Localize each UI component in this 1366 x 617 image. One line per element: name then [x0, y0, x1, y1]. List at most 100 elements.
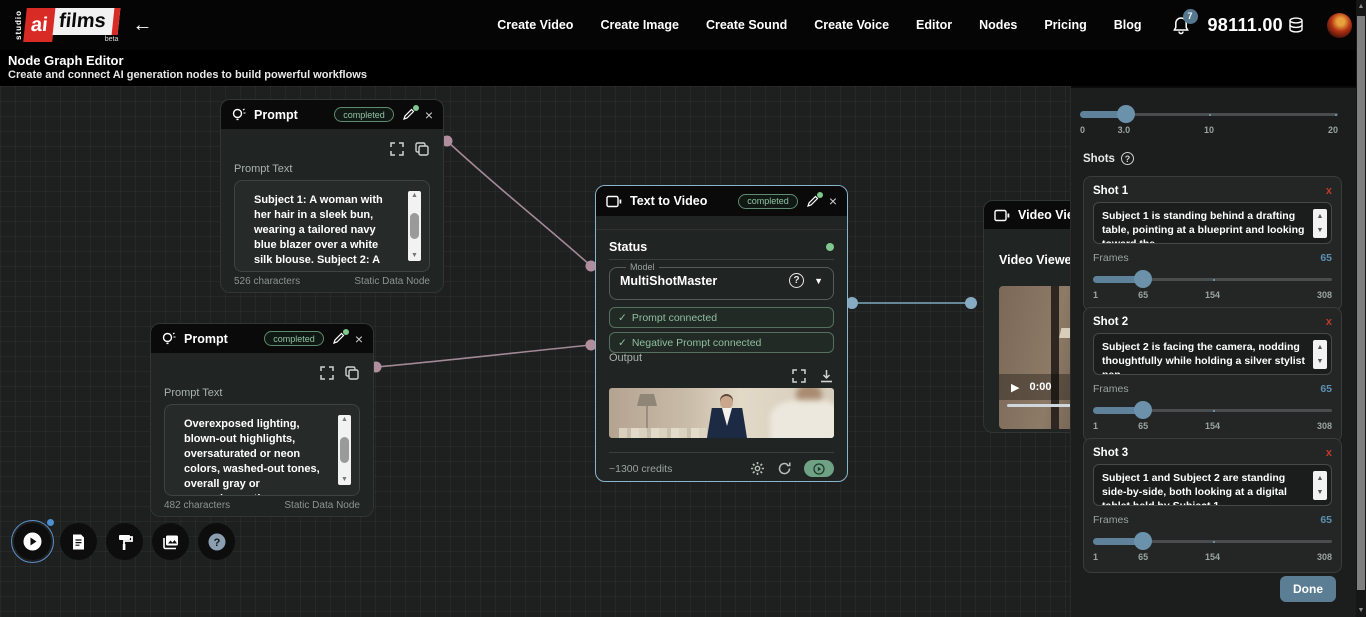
- scrollbar-thumb[interactable]: [340, 437, 349, 463]
- shot-description-input[interactable]: Subject 1 and Subject 2 are standing sid…: [1093, 464, 1332, 506]
- scroll-up-icon[interactable]: ▲: [411, 192, 418, 200]
- page-scrollbar[interactable]: ▲ ▼: [1356, 0, 1366, 617]
- close-icon[interactable]: ×: [829, 194, 837, 208]
- shots-help-icon[interactable]: ?: [1121, 152, 1134, 165]
- remove-shot-icon[interactable]: x: [1326, 447, 1332, 459]
- duration-slider[interactable]: [1080, 107, 1338, 121]
- expand-icon[interactable]: [390, 142, 404, 156]
- prompt-node-1-header[interactable]: Prompt completed ×: [221, 100, 443, 129]
- help-button[interactable]: ?: [198, 523, 235, 560]
- status-badge: completed: [738, 194, 798, 209]
- shot-text-spinner[interactable]: ▲ ▼: [1313, 340, 1327, 369]
- spinner-up-icon[interactable]: ▲: [1317, 475, 1324, 482]
- edit-button[interactable]: [806, 195, 819, 208]
- shot-description-input[interactable]: Subject 1 is standing behind a drafting …: [1093, 202, 1332, 244]
- page-title: Node Graph Editor: [8, 53, 1358, 68]
- shot-text-spinner[interactable]: ▲ ▼: [1313, 471, 1327, 500]
- scroll-down-icon[interactable]: ▼: [1356, 607, 1366, 614]
- play-icon[interactable]: ▶: [1011, 381, 1019, 394]
- media-gallery-button[interactable]: [152, 523, 189, 560]
- nav-links: Create Video Create Image Create Sound C…: [497, 18, 1141, 32]
- tick-label: 308: [1317, 552, 1332, 562]
- logo-ai-text: ai: [23, 8, 55, 42]
- prompt-textarea[interactable]: Subject 1: A woman with her hair in a sl…: [234, 180, 430, 272]
- lightbulb-icon: [161, 331, 176, 347]
- output-video-thumbnail[interactable]: [609, 388, 834, 438]
- copy-icon[interactable]: [345, 366, 359, 380]
- scrollbar-thumb[interactable]: [410, 213, 419, 239]
- slider-handle[interactable]: [1134, 532, 1152, 550]
- prompt-node-2-header[interactable]: Prompt completed ×: [151, 324, 373, 353]
- nav-create-image[interactable]: Create Image: [600, 18, 679, 32]
- style-tools-button[interactable]: [106, 523, 143, 560]
- scroll-down-icon[interactable]: ▼: [341, 476, 348, 484]
- tick-label: 0: [1080, 125, 1085, 135]
- frames-slider[interactable]: [1093, 403, 1332, 417]
- prompt-textarea[interactable]: Overexposed lighting, blown-out highligh…: [164, 404, 360, 496]
- nav-nodes[interactable]: Nodes: [979, 18, 1017, 32]
- tick-label: 154: [1205, 552, 1220, 562]
- model-select[interactable]: Model MultiShotMaster ? ▼: [609, 262, 834, 300]
- prompt-node-2[interactable]: Prompt completed × Prompt Text Overexpos…: [150, 323, 374, 517]
- frames-slider[interactable]: [1093, 534, 1332, 548]
- nav-blog[interactable]: Blog: [1114, 18, 1142, 32]
- text-to-video-node[interactable]: Text to Video completed × Status Model M…: [595, 185, 848, 482]
- scrollbar-thumb[interactable]: [1357, 16, 1365, 590]
- spinner-down-icon[interactable]: ▼: [1317, 489, 1324, 496]
- edit-button[interactable]: [332, 332, 345, 345]
- gear-icon[interactable]: [750, 461, 765, 476]
- app-logo[interactable]: studio ai films beta: [14, 8, 118, 42]
- nav-create-sound[interactable]: Create Sound: [706, 18, 787, 32]
- shot-text-spinner[interactable]: ▲ ▼: [1313, 209, 1327, 238]
- close-icon[interactable]: ×: [425, 108, 433, 122]
- expand-icon[interactable]: [320, 366, 334, 380]
- node-type-label: Static Data Node: [354, 276, 430, 287]
- tick-label: 65: [1138, 290, 1148, 300]
- spinner-down-icon[interactable]: ▼: [1317, 358, 1324, 365]
- nav-create-voice[interactable]: Create Voice: [814, 18, 889, 32]
- spinner-down-icon[interactable]: ▼: [1317, 227, 1324, 234]
- scroll-up-icon[interactable]: ▲: [341, 416, 348, 424]
- remove-shot-icon[interactable]: x: [1326, 316, 1332, 328]
- download-icon[interactable]: [820, 369, 833, 383]
- spinner-up-icon[interactable]: ▲: [1317, 213, 1324, 220]
- spinner-up-icon[interactable]: ▲: [1317, 344, 1324, 351]
- shot-title: Shot 3: [1093, 447, 1128, 459]
- notifications-button[interactable]: 7: [1172, 16, 1190, 35]
- chevron-down-icon[interactable]: ▼: [814, 276, 823, 286]
- frames-slider[interactable]: [1093, 272, 1332, 286]
- run-node-button[interactable]: [804, 460, 834, 477]
- edit-button[interactable]: [402, 108, 415, 121]
- node-title: Text to Video: [630, 194, 707, 208]
- nav-pricing[interactable]: Pricing: [1044, 18, 1086, 32]
- remove-shot-icon[interactable]: x: [1326, 185, 1332, 197]
- nav-editor[interactable]: Editor: [916, 18, 952, 32]
- logo-films-text: films: [52, 8, 120, 35]
- model-help-icon[interactable]: ?: [789, 273, 804, 288]
- prompt-node-1[interactable]: Prompt completed × Prompt Text Subject 1…: [220, 99, 444, 293]
- refresh-icon[interactable]: [777, 461, 792, 476]
- slider-handle[interactable]: [1134, 401, 1152, 419]
- back-arrow-icon[interactable]: ←: [132, 14, 152, 37]
- slider-handle[interactable]: [1117, 105, 1135, 123]
- notification-count-badge: 7: [1183, 9, 1198, 24]
- close-icon[interactable]: ×: [355, 332, 363, 346]
- shot-description-input[interactable]: Subject 2 is facing the camera, nodding …: [1093, 333, 1332, 375]
- user-avatar[interactable]: [1327, 13, 1352, 38]
- nav-create-video[interactable]: Create Video: [497, 18, 573, 32]
- credits-cost-label: ~1300 credits: [609, 463, 672, 475]
- coin-stack-icon: [1287, 16, 1305, 34]
- t2v-node-header[interactable]: Text to Video completed ×: [596, 186, 847, 216]
- textarea-scrollbar[interactable]: ▲ ▼: [338, 415, 351, 485]
- slider-handle[interactable]: [1134, 270, 1152, 288]
- copy-icon[interactable]: [415, 142, 429, 156]
- prompt-library-button[interactable]: [60, 523, 97, 560]
- node-title: Prompt: [254, 108, 298, 122]
- expand-icon[interactable]: [792, 369, 806, 383]
- scroll-up-icon[interactable]: ▲: [1356, 3, 1366, 10]
- done-button[interactable]: Done: [1280, 576, 1336, 602]
- scroll-down-icon[interactable]: ▼: [411, 252, 418, 260]
- textarea-scrollbar[interactable]: ▲ ▼: [408, 191, 421, 261]
- run-workflow-button[interactable]: [14, 523, 51, 560]
- char-count: 482 characters: [164, 500, 230, 511]
